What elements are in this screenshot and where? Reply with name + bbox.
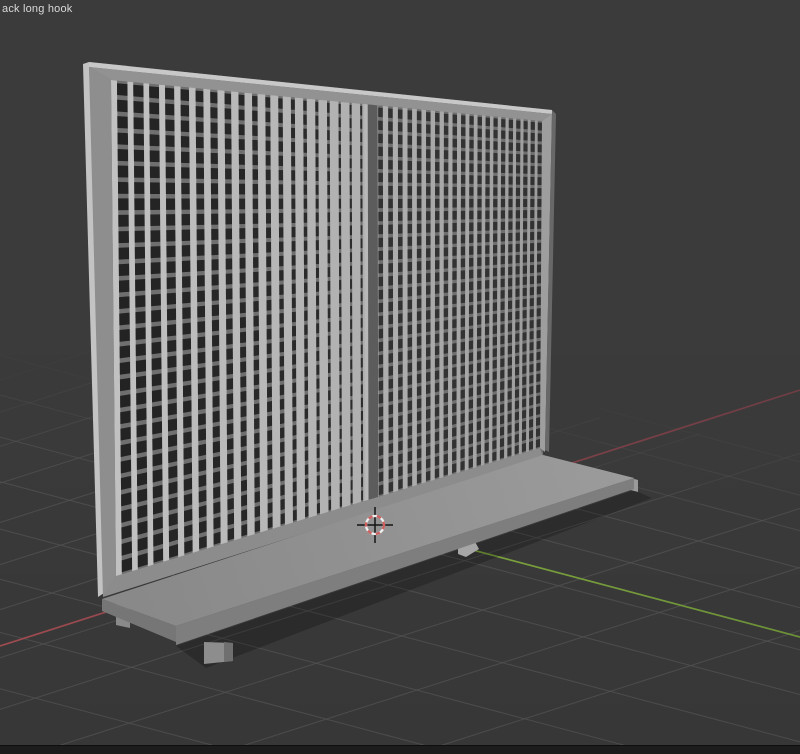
object-name-label: ack long hook: [2, 3, 73, 15]
panel-center-divider: [367, 104, 379, 500]
viewport-scene-canvas[interactable]: [0, 0, 800, 754]
bottom-status-strip: [0, 745, 800, 754]
foot-front-left-side: [224, 642, 233, 662]
blender-3d-viewport[interactable]: ack long hook: [0, 0, 800, 754]
